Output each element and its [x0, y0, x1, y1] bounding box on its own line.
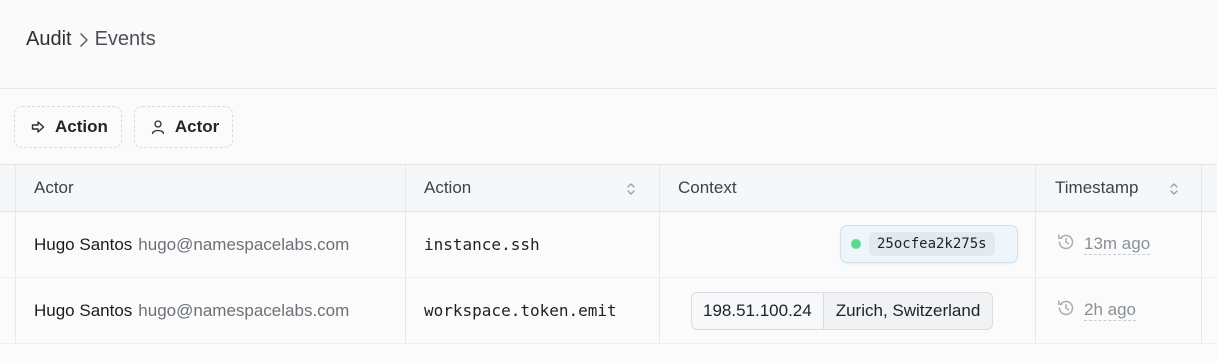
- commit-badge[interactable]: 25ocfea2k275s: [840, 225, 1018, 263]
- chevron-right-icon: [79, 32, 89, 48]
- history-icon: [1056, 298, 1076, 323]
- actor-name: Hugo Santos: [34, 234, 133, 254]
- actor-name: Hugo Santos: [34, 300, 133, 320]
- actor-email: hugo@namespacelabs.com: [138, 300, 350, 320]
- actor-cell: Hugo Santos hugo@namespacelabs.com: [34, 212, 349, 277]
- breadcrumb: Audit Events: [26, 28, 156, 51]
- timestamp[interactable]: 2h ago: [1084, 300, 1136, 321]
- timestamp-cell: 2h ago: [1056, 278, 1136, 343]
- breadcrumb-audit[interactable]: Audit: [26, 28, 72, 51]
- events-table: Actor Action Context Timestamp Hugo Sant…: [0, 164, 1217, 344]
- filter-actor-button[interactable]: Actor: [133, 106, 234, 148]
- column-header-actor: Actor: [34, 178, 74, 197]
- column-header-context: Context: [678, 178, 737, 197]
- arrow-right-icon: [30, 119, 46, 135]
- user-icon: [150, 119, 166, 135]
- filter-action-label: Action: [55, 117, 108, 136]
- filter-action-button[interactable]: Action: [14, 106, 122, 148]
- breadcrumb-events: Events: [94, 28, 156, 50]
- ip-address: 198.51.100.24: [703, 301, 812, 320]
- column-header-action[interactable]: Action: [424, 165, 471, 211]
- filter-bar: Action Actor: [14, 106, 234, 148]
- action-name: instance.ssh: [424, 235, 540, 254]
- table-row[interactable]: Hugo Santos hugo@namespacelabs.com insta…: [0, 212, 1217, 278]
- column-header-timestamp[interactable]: Timestamp: [1055, 165, 1138, 211]
- actor-cell: Hugo Santos hugo@namespacelabs.com: [34, 278, 349, 343]
- table-row[interactable]: Hugo Santos hugo@namespacelabs.com works…: [0, 278, 1217, 344]
- table-header: Actor Action Context Timestamp: [0, 165, 1217, 212]
- commit-sha: 25ocfea2k275s: [869, 232, 995, 256]
- timestamp-cell: 13m ago: [1056, 212, 1151, 277]
- history-icon: [1056, 232, 1076, 257]
- context-location-group[interactable]: 198.51.100.24 Zurich, Switzerland: [691, 292, 994, 330]
- sort-icon[interactable]: [626, 181, 636, 197]
- timestamp[interactable]: 13m ago: [1084, 234, 1151, 255]
- top-bar: Audit Events: [0, 0, 1217, 89]
- filter-actor-label: Actor: [174, 117, 220, 136]
- sort-icon[interactable]: [1169, 181, 1179, 197]
- status-dot: [851, 239, 861, 249]
- action-name: workspace.token.emit: [424, 301, 617, 320]
- actor-email: hugo@namespacelabs.com: [138, 234, 350, 254]
- location: Zurich, Switzerland: [822, 293, 993, 329]
